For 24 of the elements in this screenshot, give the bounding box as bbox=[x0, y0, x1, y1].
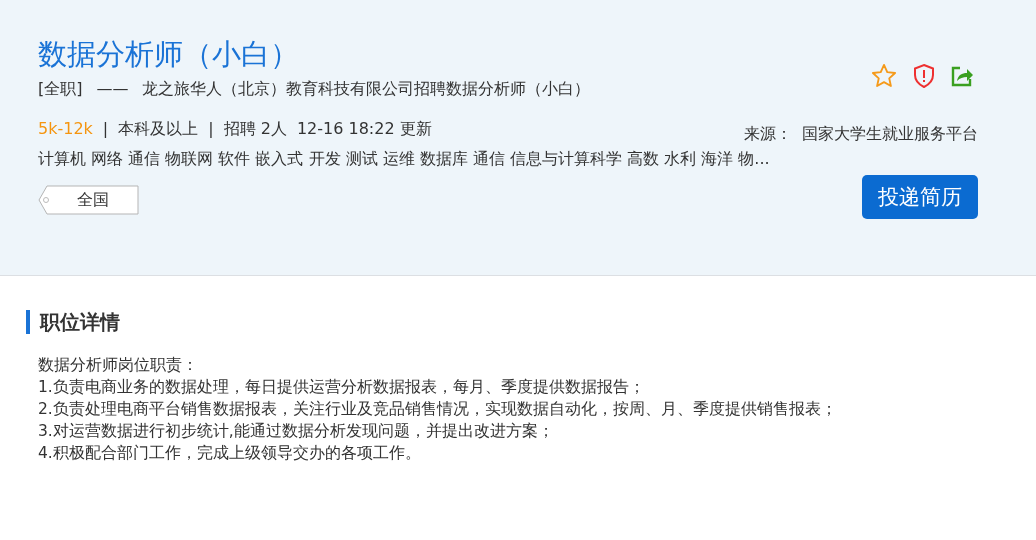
location-tag: 全国 bbox=[38, 185, 140, 215]
salary: 5k-12k bbox=[38, 118, 93, 140]
section-heading: 职位详情 bbox=[26, 310, 998, 334]
source-label: 来源： bbox=[744, 124, 792, 145]
dash-separator: —— bbox=[96, 78, 129, 100]
share-icon[interactable] bbox=[950, 64, 974, 88]
keywords: 计算机 网络 通信 物联网 软件 嵌入式 开发 测试 运维 数据库 通信 信息与计算科学 高数 水利 海洋 物... bbox=[38, 148, 770, 170]
description-line: 4.积极配合部门工作，完成上级领导交办的各项工作。 bbox=[38, 443, 422, 464]
source-name: 国家大学生就业服务平台 bbox=[802, 124, 978, 145]
headcount: 招聘 2人 bbox=[223, 118, 287, 140]
description-line: 1.负责电商业务的数据处理，每日提供运营分析数据报表，每月、季度提供数据报告； bbox=[38, 377, 646, 398]
description-line: 3.对运营数据进行初步统计,能通过数据分析发现问题，并提出改进方案； bbox=[38, 421, 555, 442]
job-title: 数据分析师（小白） bbox=[38, 36, 299, 73]
apply-button[interactable]: 投递简历 bbox=[862, 175, 978, 219]
shield-warning-icon[interactable] bbox=[912, 63, 936, 89]
separator: | bbox=[102, 118, 109, 140]
company-name: 龙之旅华人（北京）教育科技有限公司招聘数据分析师（小白） bbox=[142, 78, 591, 100]
description-line: 数据分析师岗位职责： bbox=[38, 355, 199, 376]
update-time: 12-16 18:22 更新 bbox=[296, 118, 432, 140]
description-line: 2.负责处理电商平台销售数据报表，关注行业及竞品销售情况，实现数据自动化，按周、月、季度提供销售报表； bbox=[38, 399, 838, 420]
job-type: [全职] bbox=[38, 78, 83, 100]
education: 本科及以上 bbox=[118, 118, 199, 140]
separator: | bbox=[208, 118, 214, 140]
star-icon[interactable] bbox=[870, 62, 898, 90]
